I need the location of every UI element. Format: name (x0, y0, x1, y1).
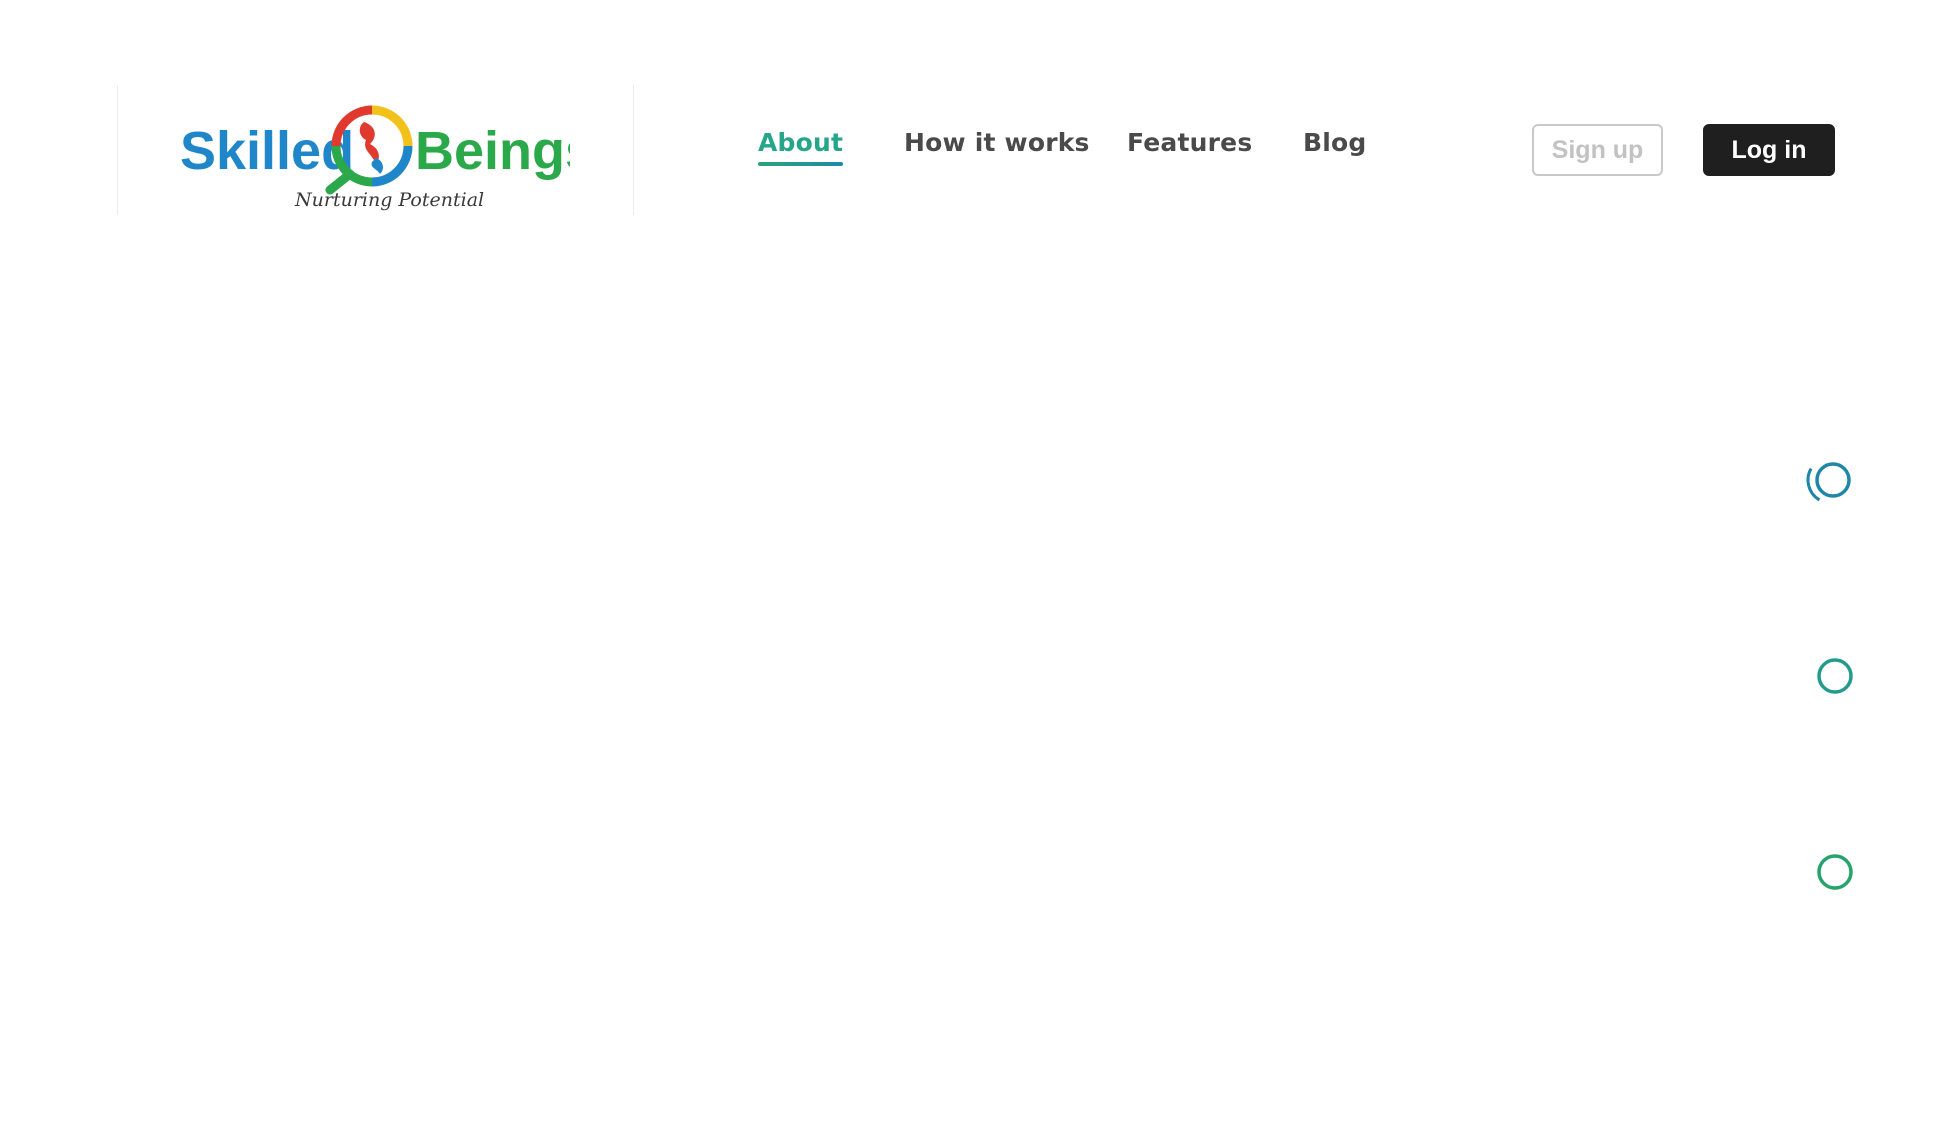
nav-item-how-it-works[interactable]: How it works (904, 128, 1090, 157)
progress-stepper (1800, 400, 1860, 980)
nav-item-label: About (758, 128, 844, 157)
nav-item-features[interactable]: Features (1127, 128, 1252, 157)
nav-item-about[interactable]: About (758, 128, 844, 166)
site-header: Skilled Beings Nurturing Potential About (0, 0, 1942, 220)
stepper-step-2[interactable] (1817, 658, 1853, 694)
brand-logo[interactable]: Skilled Beings Nurturing Potential (180, 105, 570, 220)
logo-tagline: Nurturing Potential (294, 189, 484, 211)
logo-text-skilled: Skilled (180, 121, 354, 181)
header-divider-left (117, 85, 118, 215)
active-nav-underline (758, 162, 844, 166)
stepper-track (1800, 403, 1860, 973)
sign-up-button[interactable]: Sign up (1532, 124, 1663, 176)
skilled-beings-logo-icon: Skilled Beings Nurturing Potential (180, 105, 570, 211)
nav-item-blog[interactable]: Blog (1303, 128, 1367, 157)
logo-text-beings: Beings (415, 121, 570, 181)
page: Skilled Beings Nurturing Potential About (0, 0, 1942, 1123)
log-in-button[interactable]: Log in (1703, 124, 1835, 176)
stepper-step-1[interactable] (1800, 449, 1860, 512)
nav-item-label: Blog (1303, 128, 1367, 157)
stepper-step-3[interactable] (1817, 854, 1853, 890)
header-divider-right (633, 85, 634, 215)
nav-item-label: How it works (904, 128, 1090, 157)
nav-item-label: Features (1127, 128, 1253, 157)
